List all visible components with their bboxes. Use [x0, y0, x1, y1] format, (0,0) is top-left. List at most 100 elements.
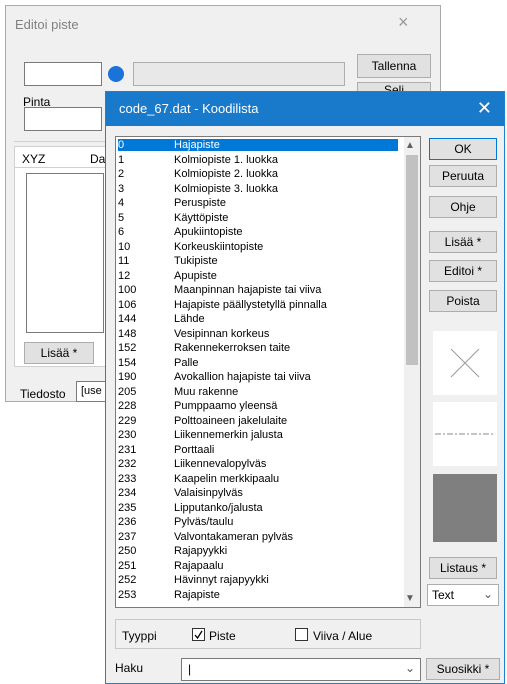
code-name: Kaapelin merkkipaalu: [174, 472, 280, 485]
code-number: 234: [118, 487, 137, 499]
code-number: 228: [118, 400, 137, 412]
piste-checkbox[interactable]: [192, 628, 205, 641]
list-item[interactable]: 253 Rajapiste: [118, 589, 398, 601]
add-button[interactable]: Lisää *: [24, 342, 94, 364]
list-item[interactable]: 144 Lähde: [118, 313, 398, 325]
list-item[interactable]: 237 Valvontakameran pylväs: [118, 531, 398, 543]
list-item[interactable]: 3 Kolmiopiste 3. luokka: [118, 183, 398, 195]
description-field[interactable]: [133, 62, 345, 86]
scrollbar-thumb[interactable]: [406, 155, 418, 365]
list-item[interactable]: 148 Vesipinnan korkeus: [118, 328, 398, 340]
x-mark-icon: [450, 348, 480, 378]
type-box: Tyyppi Piste Viiva / Alue: [115, 619, 421, 649]
code-name: Tukipiste: [174, 255, 218, 267]
list-item[interactable]: 4 Peruspiste: [118, 197, 398, 209]
code-name: Kolmiopiste 2. luokka: [174, 168, 278, 180]
help-button[interactable]: Ohje: [429, 196, 497, 218]
code-name: Hajapiste: [174, 139, 220, 151]
list-item[interactable]: 100 Maanpinnan hajapiste tai viiva: [118, 284, 398, 296]
dialog-title: code_67.dat - Koodilista: [119, 101, 259, 116]
type-label: Tyyppi: [122, 629, 157, 643]
code-number: 190: [118, 371, 137, 383]
list-item[interactable]: 230 Liikennemerkin jalusta: [118, 429, 398, 441]
code-name: Liikennemerkin jalusta: [174, 429, 283, 441]
chevron-down-icon[interactable]: ⌄: [405, 661, 415, 675]
piste-label: Piste: [209, 629, 236, 643]
text-select[interactable]: Text ⌄: [427, 584, 499, 606]
scroll-down-icon[interactable]: ▼: [405, 593, 415, 604]
code-number: 4: [118, 197, 125, 209]
list-item[interactable]: 154 Palle: [118, 357, 398, 369]
list-item[interactable]: 106 Hajapiste päällystetyllä pinnalla: [118, 299, 398, 311]
close-icon[interactable]: ✕: [477, 98, 492, 119]
color-dot[interactable]: [108, 66, 124, 82]
xyz-list[interactable]: [26, 173, 104, 333]
search-input[interactable]: | ⌄: [181, 658, 421, 681]
list-item[interactable]: 6 Apukiintopiste: [118, 226, 398, 238]
code-number: 154: [118, 356, 137, 369]
code-name: Rajapaalu: [174, 559, 224, 572]
list-item[interactable]: 232 Liikennevalopylväs: [118, 458, 398, 470]
listing-button[interactable]: Listaus *: [429, 557, 497, 579]
list-item[interactable]: 234 Valaisinpylväs: [118, 487, 398, 499]
code-name: Apupiste: [174, 269, 217, 282]
scroll-up-icon[interactable]: ▲: [405, 140, 415, 151]
delete-code-button[interactable]: Poista: [429, 290, 497, 312]
code-name: Valvontakameran pylväs: [174, 530, 294, 543]
list-item[interactable]: 251 Rajapaalu: [118, 560, 398, 572]
list-item[interactable]: 10 Korkeuskiintopiste: [118, 241, 398, 253]
list-item[interactable]: 229 Polttoaineen jakelulaite: [118, 415, 398, 427]
dashed-line-icon: [435, 433, 495, 435]
pinta-input[interactable]: [24, 107, 102, 131]
list-item[interactable]: 11 Tukipiste: [118, 255, 398, 267]
viiva-checkbox[interactable]: [295, 628, 308, 641]
code-number: 106: [118, 298, 137, 311]
code-number: 250: [118, 545, 137, 557]
code-name: Kolmiopiste 3. luokka: [174, 182, 278, 195]
list-item[interactable]: 231 Porttaali: [118, 444, 398, 456]
close-icon[interactable]: ×: [398, 12, 409, 33]
favorites-button[interactable]: Suosikki *: [426, 658, 500, 680]
tab-data[interactable]: Da: [90, 152, 105, 166]
list-item[interactable]: 12 Apupiste: [118, 270, 398, 282]
fill-color-preview: [433, 474, 497, 542]
list-item[interactable]: 235 Lipputanko/jalusta: [118, 502, 398, 514]
list-item[interactable]: 228 Pumppaamo yleensä: [118, 400, 398, 412]
list-item[interactable]: 1 Kolmiopiste 1. luokka: [118, 154, 398, 166]
list-item[interactable]: 250 Rajapyykki: [118, 545, 398, 557]
save-button[interactable]: Tallenna: [357, 54, 431, 78]
tab-xyz[interactable]: XYZ: [22, 152, 45, 166]
add-code-button[interactable]: Lisää *: [429, 231, 497, 253]
code-number: 3: [118, 182, 125, 195]
list-item[interactable]: 190 Avokallion hajapiste tai viiva: [118, 371, 398, 383]
code-number: 2: [118, 168, 125, 180]
list-item[interactable]: 2 Kolmiopiste 2. luokka: [118, 168, 398, 180]
code-name: Palle: [174, 356, 199, 369]
code-name: Rakennekerroksen taite: [174, 342, 291, 354]
code-number: 0: [118, 139, 125, 151]
code-name: Peruspiste: [174, 197, 226, 209]
divider: [14, 141, 114, 142]
code-number: 232: [118, 458, 137, 470]
code-name: Lähde: [174, 313, 205, 325]
list-item[interactable]: 252 Hävinnyt rajapyykki: [118, 574, 398, 586]
list-item[interactable]: 152 Rakennekerroksen taite: [118, 342, 398, 354]
code-name: Käyttöpiste: [174, 211, 229, 224]
chevron-down-icon: ⌄: [482, 587, 493, 601]
code-list[interactable]: 0 Hajapiste 1 Kolmiopiste 1. luokka 2 Kolmiop…: [115, 136, 421, 608]
list-item[interactable]: 205 Muu rakenne: [118, 386, 398, 398]
list-item[interactable]: 233 Kaapelin merkkipaalu: [118, 473, 398, 485]
list-item[interactable]: 5 Käyttöpiste: [118, 212, 398, 224]
code-name: Porttaali: [174, 443, 215, 456]
code-name: Apukiintopiste: [174, 226, 243, 238]
code-input[interactable]: [24, 62, 102, 86]
edit-code-button[interactable]: Editoi *: [429, 260, 497, 282]
code-number: 252: [118, 574, 137, 586]
ok-button[interactable]: OK: [429, 138, 497, 160]
list-item[interactable]: 236 Pylväs/taulu: [118, 516, 398, 528]
code-name: Avokallion hajapiste tai viiva: [174, 371, 311, 383]
code-number: 253: [118, 588, 137, 601]
search-label: Haku: [115, 661, 144, 675]
cancel-button[interactable]: Peruuta: [429, 165, 497, 187]
list-item[interactable]: 0 Hajapiste: [118, 139, 398, 151]
